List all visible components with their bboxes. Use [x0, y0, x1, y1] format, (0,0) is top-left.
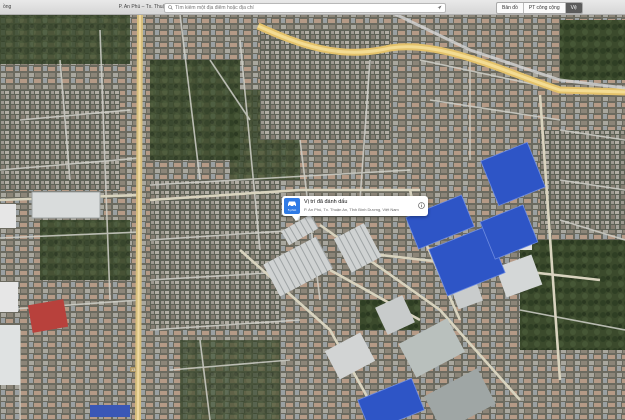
sidebar-tab[interactable]: ồng — [0, 2, 14, 12]
map-mode-transit[interactable]: PT công cộng — [524, 3, 566, 13]
search-icon — [168, 5, 173, 10]
road-shield-label: 13 — [130, 367, 137, 372]
location-arrow-icon[interactable] — [437, 5, 442, 10]
marked-location-callout[interactable]: 5 phút Vị trí đã đánh dấu P. An Phú, Tx.… — [282, 196, 428, 221]
search-bar[interactable] — [164, 3, 446, 13]
title-bar: ồng P. An Phú – Tx. Thuận An Bản đồ PT c… — [0, 0, 625, 15]
callout-title: Vị trí đã đánh dấu — [304, 199, 348, 205]
map-mode-standard[interactable]: Bản đồ — [497, 3, 524, 13]
map-mode-segmented-control[interactable]: Bản đồ PT công cộng Vệ — [496, 2, 583, 14]
callout-address: P. An Phú, Tx. Thuận An, Tỉnh Bình Dương… — [304, 207, 399, 212]
travel-time: 5 phút — [287, 208, 297, 212]
map-mode-satellite[interactable]: Vệ — [565, 3, 582, 13]
directions-badge[interactable]: 5 phút — [284, 198, 300, 214]
search-input[interactable] — [175, 4, 415, 12]
info-icon[interactable] — [418, 202, 425, 209]
car-icon — [288, 201, 296, 207]
